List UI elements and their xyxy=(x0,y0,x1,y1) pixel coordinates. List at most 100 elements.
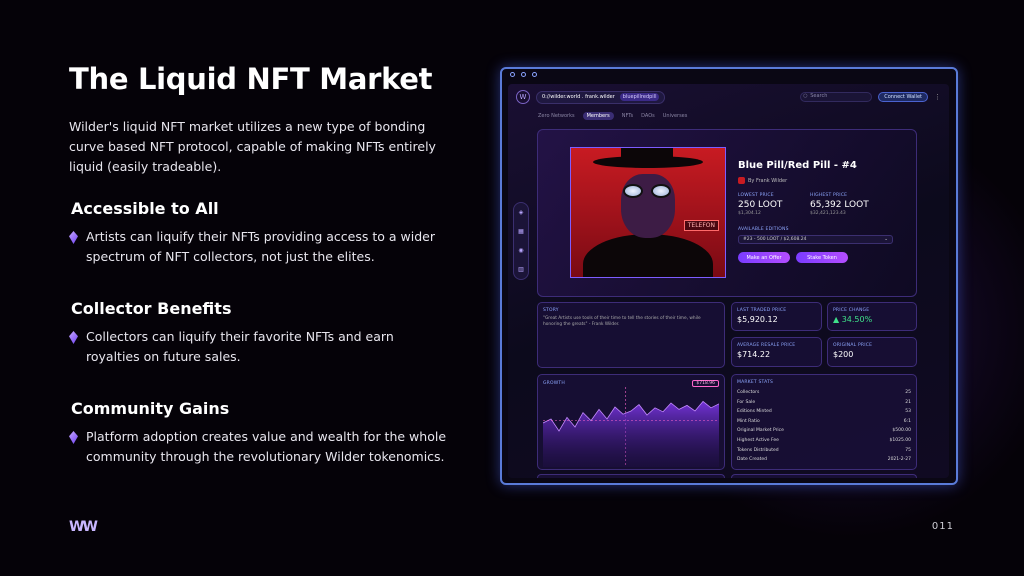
growth-card: Growth $718.96 xyxy=(537,374,725,470)
section-heading: Collector Benefits xyxy=(71,299,232,318)
story-label: Story xyxy=(543,308,559,313)
stat-row: Original Market Price $500.00 xyxy=(737,426,911,436)
wilder-logo: WW xyxy=(69,519,98,535)
card-strip xyxy=(537,474,725,478)
price-change-number: 34.50% xyxy=(841,315,873,324)
stat-key: Mint Ratio xyxy=(737,418,760,424)
nft-title: Blue Pill/Red Pill - #4 xyxy=(738,160,857,171)
lowest-price: Lowest Price 250 LOOT $1,304.12 xyxy=(738,193,782,216)
more-menu-icon[interactable]: ⋮ xyxy=(934,93,941,101)
editions-label: Available Editions xyxy=(738,227,789,232)
artist-avatar xyxy=(738,177,745,184)
address-bar[interactable]: 0://wilder.world . frank.wilder bluepill… xyxy=(536,90,666,104)
lightbulb-icon[interactable]: ◉ xyxy=(518,247,523,254)
stat-row: Editions Minted 53 xyxy=(737,407,911,417)
hat-brim-shape xyxy=(593,156,703,168)
section-community: Community Gains Platform adoption create… xyxy=(69,399,451,467)
growth-tag: $718.96 xyxy=(692,380,719,387)
slide-intro: Wilder's liquid NFT market utilizes a ne… xyxy=(69,119,436,174)
nft-artist: By Frank Wilder xyxy=(738,177,787,184)
stat-key: Highest Active Fee xyxy=(737,437,779,443)
diamond-bullet-icon xyxy=(69,231,78,244)
grid-icon[interactable]: ▦ xyxy=(518,228,524,235)
lowest-price-usd: $1,304.12 xyxy=(738,211,761,216)
app-logo-icon[interactable]: W xyxy=(516,90,530,104)
highest-price-label: Highest Price xyxy=(810,193,848,198)
telefon-sign: TELEFON xyxy=(683,220,719,231)
highest-price: Highest Price 65,392 LOOT $32,421,123.43 xyxy=(810,193,869,216)
figure-body-shape xyxy=(583,234,713,277)
growth-label: Growth xyxy=(543,381,565,386)
chevron-down-icon: ⌄ xyxy=(884,237,888,242)
bullet-text: Artists can liquify their NFTs providing… xyxy=(86,229,435,264)
growth-header: Growth $718.96 xyxy=(543,380,719,387)
story-text: "Great Artists use tools of their time t… xyxy=(543,316,701,327)
diamond-bullet-icon xyxy=(69,331,78,344)
stat-row: Tokens Distributed 75 xyxy=(737,446,911,456)
section-heading: Accessible to All xyxy=(71,199,219,218)
nft-artwork[interactable]: TELEFON xyxy=(570,147,726,278)
stat-value: 53 xyxy=(905,409,911,415)
side-nav: ◈ ▦ ◉ ▥ xyxy=(513,202,529,280)
bullet-text: Collectors can liquify their favorite NF… xyxy=(86,329,394,364)
stat-value: $1025.00 xyxy=(889,437,911,443)
price-change-card: Price Change ▲ 34.50% xyxy=(827,302,917,331)
stat-value: 21 xyxy=(905,399,911,405)
app-topbar: W 0://wilder.world . frank.wilder bluepi… xyxy=(508,84,949,110)
tab-universes[interactable]: Universes xyxy=(663,113,688,119)
tab-members[interactable]: Members xyxy=(582,112,614,120)
window-dots xyxy=(510,72,537,77)
last-traded-value: $5,920.12 xyxy=(737,315,778,324)
tab-nfts[interactable]: NFTs xyxy=(622,113,633,119)
stat-key: Editions Minted xyxy=(737,409,772,415)
stat-row: Collectors 25 xyxy=(737,388,911,398)
section-collector: Collector Benefits Collectors can liquif… xyxy=(69,299,451,367)
highest-price-usd: $32,421,123.43 xyxy=(810,211,846,216)
editions-select[interactable]: #23 - 500 LOOT / $2,608.24 ⌄ xyxy=(738,235,893,244)
lowest-price-value: 250 LOOT xyxy=(738,200,783,210)
original-price-card: Original Price $200 xyxy=(827,337,917,367)
avg-resale-value: $714.22 xyxy=(737,350,771,359)
tab-zero-networks[interactable]: Zero Networks xyxy=(538,113,575,119)
section-heading: Community Gains xyxy=(71,399,230,418)
window-dot-icon xyxy=(532,72,537,77)
stat-value: 6:1 xyxy=(903,418,911,424)
search-input[interactable]: Search xyxy=(800,92,873,102)
address-chip[interactable]: bluepillredpill xyxy=(619,93,660,101)
right-lens-shape xyxy=(651,184,671,198)
growth-chart[interactable] xyxy=(542,387,720,467)
last-traded-label: Last Traded Price xyxy=(737,308,787,313)
stat-value: 2021-2-27 xyxy=(887,457,911,463)
page-number: 011 xyxy=(931,521,954,532)
stat-row: For Sale 21 xyxy=(737,398,911,408)
make-offer-button[interactable]: Make an Offer xyxy=(738,252,790,263)
tab-daos[interactable]: DAOs xyxy=(641,113,655,119)
compass-icon[interactable]: ◈ xyxy=(519,209,524,216)
bullet: Artists can liquify their NFTs providing… xyxy=(69,227,451,267)
section-accessible: Accessible to All Artists can liquify th… xyxy=(69,199,451,267)
stake-token-button[interactable]: Stake Token xyxy=(796,252,848,263)
stat-value: 75 xyxy=(905,447,911,453)
stat-key: For Sale xyxy=(737,399,756,405)
avg-resale-card: Average Resale Price $714.22 xyxy=(731,337,822,367)
original-price-value: $200 xyxy=(833,350,854,359)
original-price-label: Original Price xyxy=(833,343,873,348)
tab-bar: Zero Networks Members NFTs DAOs Universe… xyxy=(538,110,687,122)
stat-value: $500.00 xyxy=(892,428,911,434)
bullet: Platform adoption creates value and weal… xyxy=(69,427,451,467)
left-lens-shape xyxy=(623,184,643,198)
market-stats-list: Collectors 25 For Sale 21 Editions Minted 53 M… xyxy=(737,388,911,465)
address-text: 0://wilder.world . frank.wilder xyxy=(542,94,615,100)
market-stats-label: Market Stats xyxy=(737,380,774,385)
building-icon[interactable]: ▥ xyxy=(518,266,524,273)
editions-value: #23 - 500 LOOT / $2,608.24 xyxy=(743,237,807,242)
connect-wallet-button[interactable]: Connect Wallet xyxy=(878,92,928,102)
stat-key: Date Created xyxy=(737,457,767,463)
market-stats-card: Market Stats Collectors 25 For Sale 21 Editi… xyxy=(731,374,917,470)
stat-row: Mint Ratio 6:1 xyxy=(737,417,911,427)
artist-name: By Frank Wilder xyxy=(748,177,788,184)
last-traded-card: Last Traded Price $5,920.12 xyxy=(731,302,822,331)
stat-key: Original Market Price xyxy=(737,428,784,434)
diamond-bullet-icon xyxy=(69,431,78,444)
bullet-text: Platform adoption creates value and weal… xyxy=(86,429,447,464)
